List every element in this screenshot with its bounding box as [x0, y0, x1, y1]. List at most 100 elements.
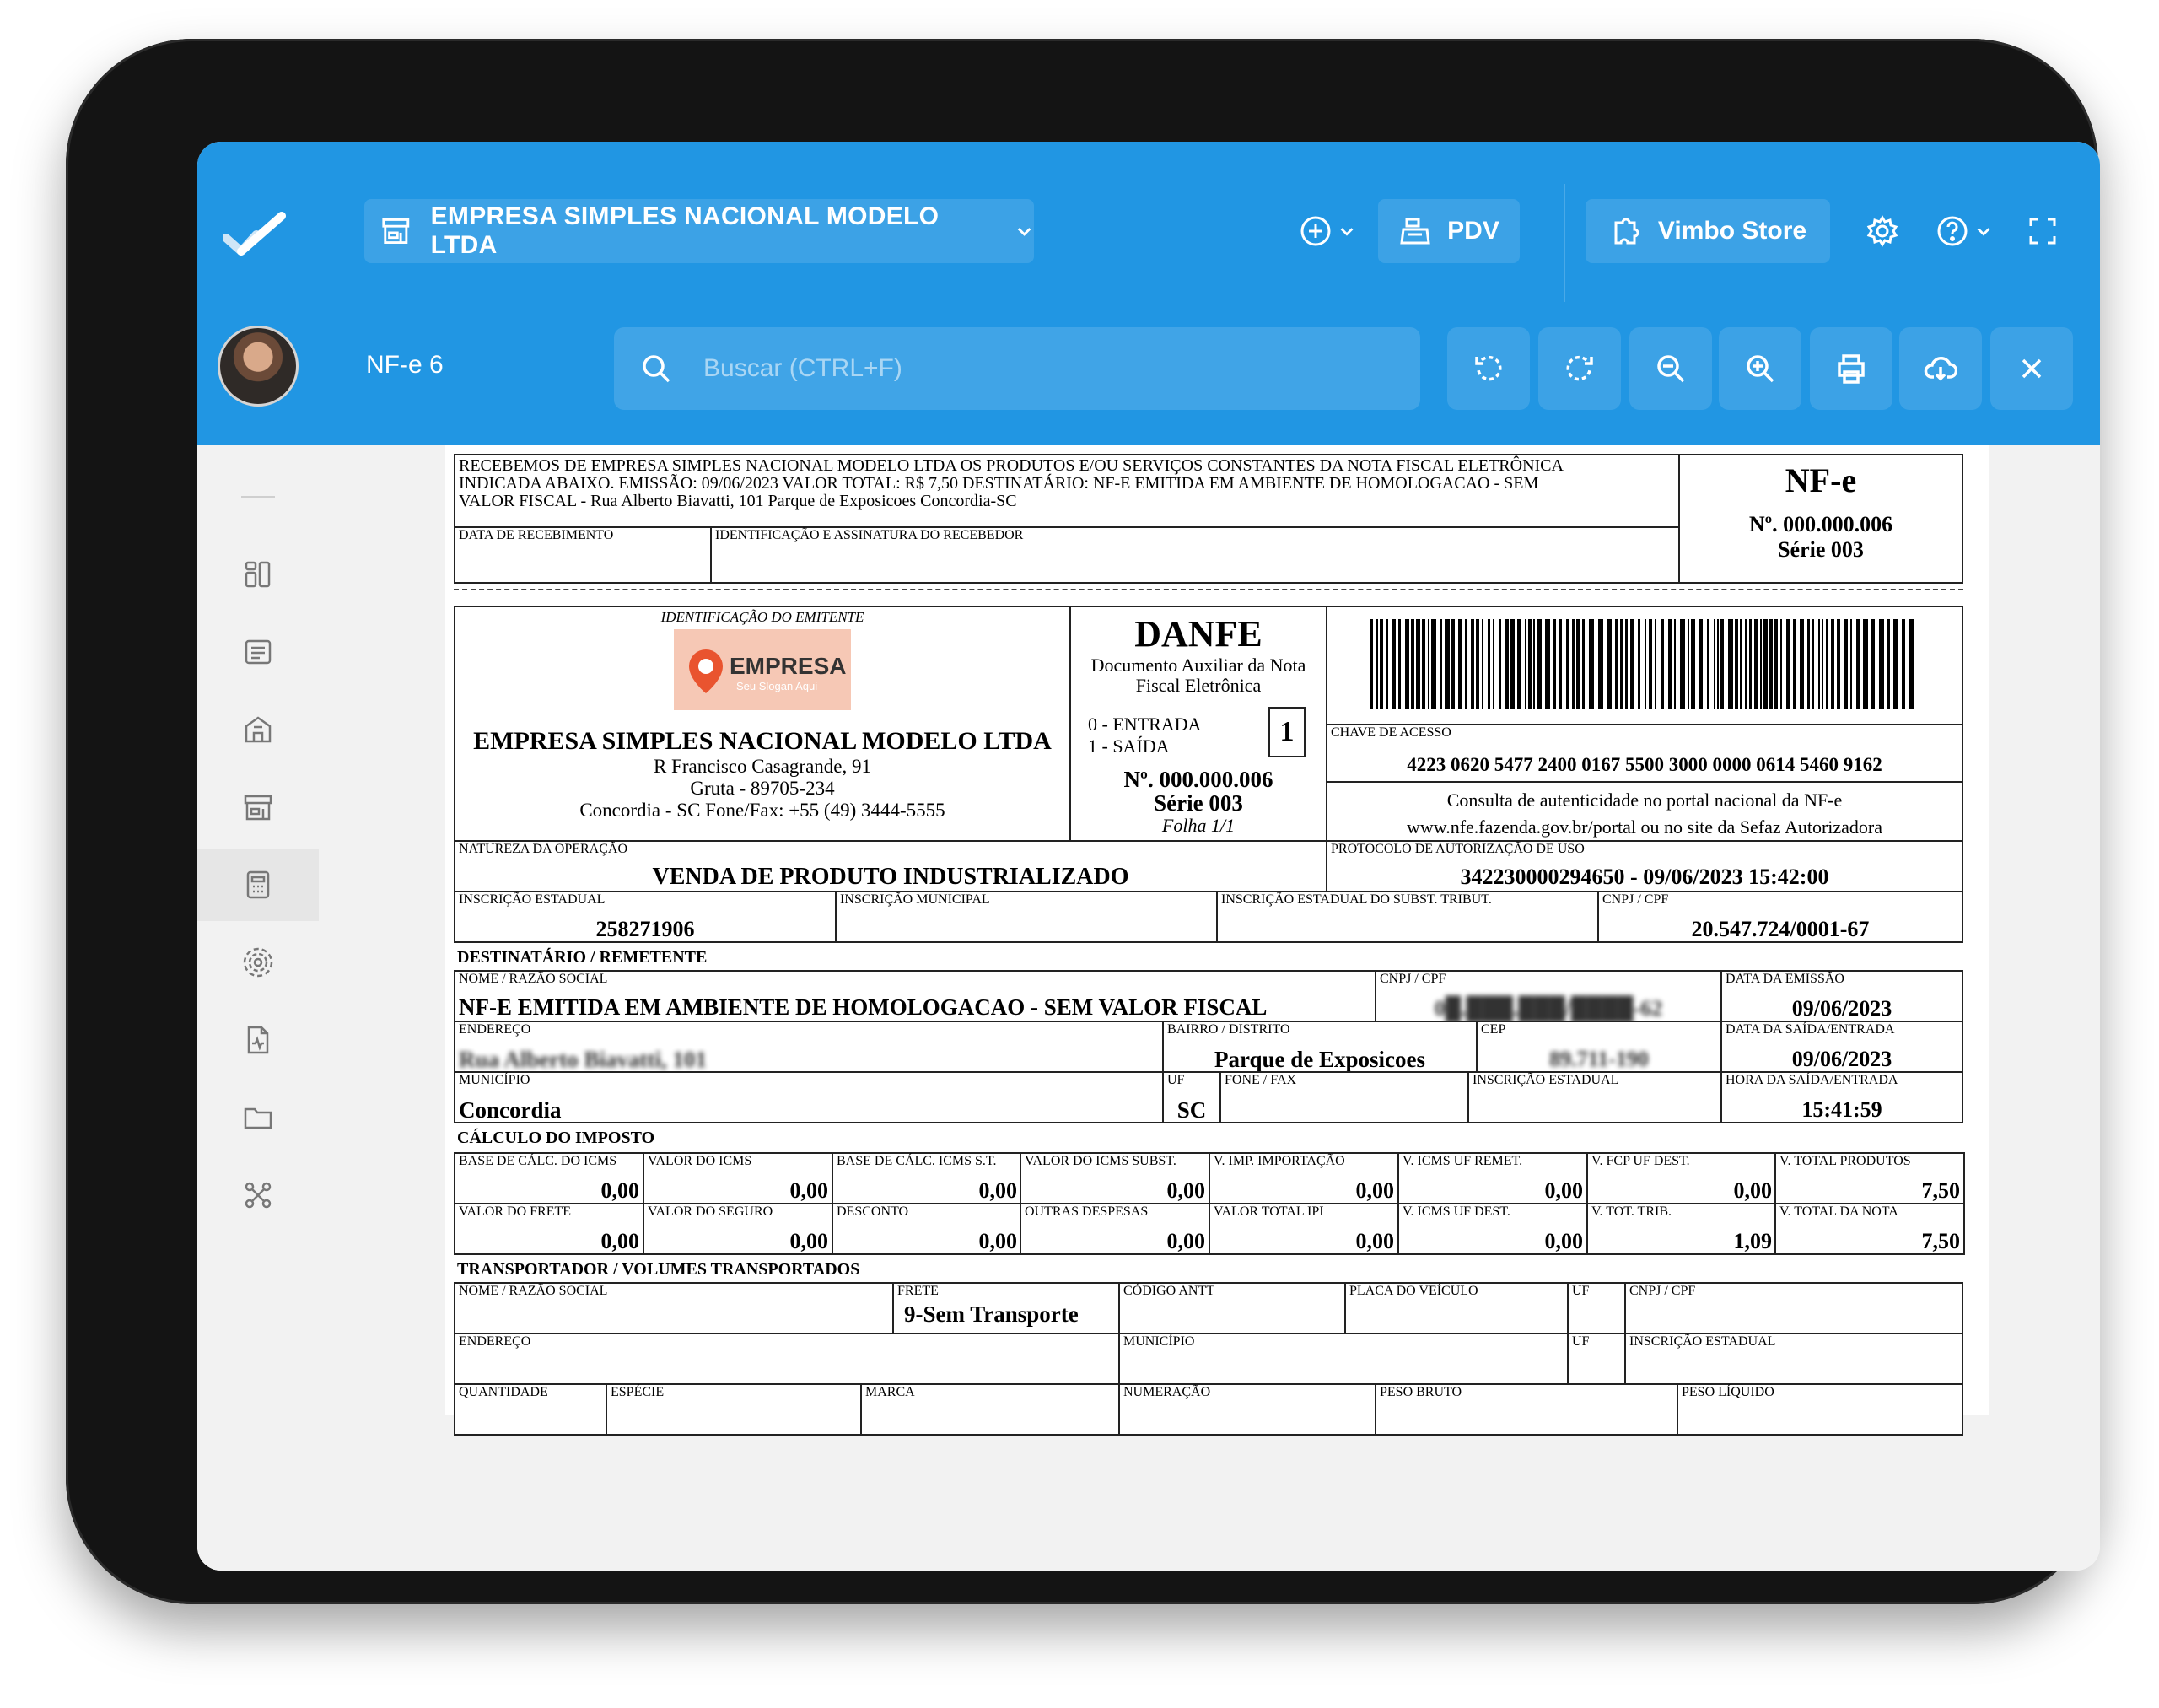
barcode-bar [1458, 619, 1462, 709]
recipient-ie-field: INSCRIÇÃO ESTADUAL [1467, 1071, 1722, 1123]
carrier-section-title: TRANSPORTADOR / VOLUMES TRANSPORTADOS [457, 1260, 860, 1279]
barcode-bar [1411, 619, 1414, 709]
barcode-bar [1720, 619, 1724, 709]
barcode-bar [1879, 619, 1884, 709]
barcode-bar [1380, 619, 1383, 709]
vimbo-store-button[interactable]: Vimbo Store [1586, 199, 1830, 263]
search-input[interactable] [703, 354, 1294, 383]
print-button[interactable] [1810, 327, 1892, 410]
barcode-bar [1728, 619, 1733, 709]
substitute-registration-field: INSCRIÇÃO ESTADUAL DO SUBST. TRIBUT. [1216, 891, 1599, 943]
barcode-bar [1499, 619, 1501, 709]
tax-field-value: 0,00 [1166, 1178, 1206, 1203]
nav-files[interactable] [197, 1081, 319, 1154]
barcode-bar [1800, 619, 1804, 709]
barcode-bar [1887, 619, 1890, 709]
barcode-bar [1740, 619, 1742, 709]
barcode-bar [1422, 619, 1425, 709]
receipt-date-field: DATA DE RECEBIMENTO [454, 526, 712, 584]
danfe-serie: Série 003 [1154, 790, 1243, 816]
nav-dashboard[interactable] [197, 538, 319, 611]
exit-time: 15:41:59 [1801, 1097, 1882, 1122]
entry-option: 0 - ENTRADA [1088, 714, 1202, 735]
zoom-in-button[interactable] [1719, 327, 1801, 410]
tax-field: V. TOTAL PRODUTOS 7,50 [1774, 1152, 1965, 1204]
tax-field-label: BASE DE CÁLC. DO ICMS [459, 1154, 617, 1168]
barcode-bar [1493, 619, 1494, 709]
freight-mode: 9-Sem Transporte [904, 1301, 1079, 1327]
folder-icon [244, 1107, 272, 1129]
pdv-button[interactable]: PDV [1378, 199, 1520, 263]
nav-store[interactable] [197, 771, 319, 843]
tax-field-label: BASE DE CÁLC. ICMS S.T. [837, 1154, 997, 1168]
zoom-out-button[interactable] [1629, 327, 1712, 410]
help-menu-button[interactable] [1926, 199, 2002, 263]
store-icon [382, 218, 410, 244]
barcode-bar [1754, 619, 1758, 709]
tax-field-value: 1,09 [1733, 1229, 1773, 1253]
user-avatar[interactable] [218, 326, 299, 407]
tax-field-label: VALOR DO ICMS [648, 1154, 752, 1168]
cut-line [454, 589, 1963, 590]
barcode-bar [1615, 619, 1618, 709]
barcode-bar [1398, 619, 1401, 709]
barcode-bar [1831, 619, 1834, 709]
state-registration: 258271906 [595, 917, 695, 941]
tax-field: V. FCP UF DEST. 0,00 [1586, 1152, 1777, 1204]
page-indicator: Folha 1/1 [1161, 815, 1236, 836]
nav-tracking[interactable] [197, 926, 319, 999]
barcode-bar [1440, 619, 1442, 709]
fullscreen-button[interactable] [2011, 199, 2075, 263]
tax-field-label: V. TOTAL PRODUTOS [1779, 1154, 1911, 1168]
building-icon [245, 716, 272, 743]
radar-icon [243, 947, 273, 978]
gear-icon [1866, 215, 1898, 247]
settings-button[interactable] [1850, 199, 1914, 263]
calculator-icon [246, 870, 270, 899]
barcode-bar [1850, 619, 1852, 709]
add-menu-button[interactable] [1290, 199, 1365, 263]
nav-integrations[interactable] [197, 1159, 319, 1231]
chevron-down-icon [1340, 228, 1354, 236]
gross-weight-field: PESO BRUTO [1375, 1383, 1678, 1436]
nav-reports[interactable] [197, 1004, 319, 1076]
tax-field-label: VALOR DO SEGURO [648, 1204, 773, 1219]
barcode-bar [1559, 619, 1562, 709]
nav-documents[interactable] [197, 616, 319, 688]
download-button[interactable] [1899, 327, 1982, 410]
recipient-address-field: ENDEREÇO Rua Alberto Biavatti, 101 [454, 1021, 1164, 1073]
barcode-bar [1863, 619, 1868, 709]
nav-companies[interactable] [197, 693, 319, 766]
integration-icon [245, 1182, 272, 1209]
barcode-bar [1691, 619, 1695, 709]
barcode-bar [1807, 619, 1810, 709]
tax-field-label: OUTRAS DESPESAS [1025, 1204, 1149, 1219]
tax-field-value: 0,00 [600, 1229, 640, 1253]
recipient-section-title: DESTINATÁRIO / REMETENTE [457, 948, 708, 967]
company-selector[interactable]: EMPRESA SIMPLES NACIONAL MODELO LTDA [364, 199, 1034, 263]
state-registration-field: INSCRIÇÃO ESTADUAL 258271906 [454, 891, 837, 943]
app-logo-icon[interactable] [223, 209, 290, 260]
barcode-bar [1582, 619, 1585, 709]
nav-divider [241, 496, 275, 498]
tax-field-label: VALOR DO FRETE [459, 1204, 572, 1219]
barcode-bar [1714, 619, 1715, 709]
emitter-cnpj: 20.547.724/0001-67 [1691, 917, 1870, 941]
tax-field: V. TOT. TRIB. 1,09 [1586, 1203, 1777, 1255]
barcode-bar [1505, 619, 1509, 709]
nav-invoices[interactable] [197, 849, 319, 921]
tax-field-value: 0,00 [1733, 1178, 1773, 1203]
tax-section-title: CÁLCULO DO IMPOSTO [457, 1129, 655, 1147]
rotate-left-button[interactable] [1447, 327, 1530, 410]
barcode-bar [1661, 619, 1664, 709]
barcode-bar [1774, 619, 1778, 709]
barcode-bar [1598, 619, 1603, 709]
search-box[interactable] [614, 327, 1420, 410]
freight-field: FRETE 9-Sem Transporte [892, 1282, 1120, 1334]
close-button[interactable] [1990, 327, 2073, 410]
recipient-zip: 89.711-190 [1549, 1047, 1649, 1071]
tax-field: V. IMP. IMPORTAÇÃO 0,00 [1209, 1152, 1399, 1204]
document-viewer[interactable]: RECEBEMOS DE EMPRESA SIMPLES NACIONAL MO… [319, 445, 2100, 1571]
top-bar: EMPRESA SIMPLES NACIONAL MODELO LTDA PDV… [197, 142, 2100, 445]
rotate-right-button[interactable] [1538, 327, 1621, 410]
